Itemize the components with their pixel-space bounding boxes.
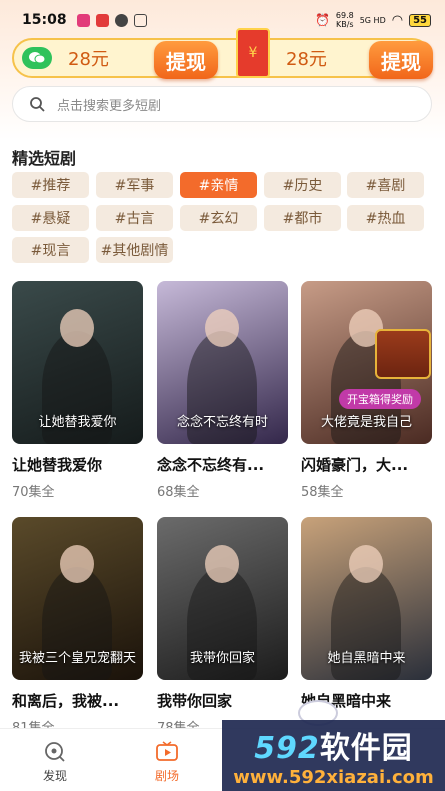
- tag-chip[interactable]: #古言: [96, 205, 173, 231]
- drama-poster[interactable]: 我被三个皇兄宠翻天: [12, 517, 143, 680]
- net-speed-value: 69.8: [335, 11, 354, 20]
- screen-icon: [133, 13, 147, 27]
- drama-title[interactable]: 我带你回家: [157, 690, 288, 711]
- wifi-icon: ◠: [391, 12, 404, 28]
- drama-poster[interactable]: 我带你回家: [157, 517, 288, 680]
- reward-right: ¥ 28元: [236, 28, 327, 78]
- wechat-icon: [22, 47, 52, 69]
- drama-episodes: 70集全: [12, 485, 55, 500]
- poster-face: [205, 309, 239, 347]
- reward-amount-right: 28元: [286, 49, 327, 70]
- app-notification-icon: [95, 13, 109, 27]
- drama-card[interactable]: 念念不忘终有时念念不忘终有... 68集全: [157, 281, 288, 500]
- status-time: 15:08: [22, 12, 67, 28]
- drama-title[interactable]: 和离后，我被...: [12, 690, 143, 711]
- treasure-chest-icon[interactable]: [375, 329, 431, 379]
- app-notification-icon: [76, 13, 90, 27]
- tag-chip[interactable]: #其他剧情: [96, 237, 173, 263]
- tag-chip[interactable]: #喜剧: [347, 172, 424, 198]
- tag-chip[interactable]: #悬疑: [12, 205, 89, 231]
- poster-face: [60, 309, 94, 347]
- watermark-brand: 592软件园: [254, 723, 413, 767]
- status-bar: 15:08 ⏰ 69.8 KB/s 5G HD ◠ 55: [0, 0, 445, 40]
- treasure-badge[interactable]: 开宝箱得奖励: [339, 389, 421, 409]
- drama-card[interactable]: 我带你回家我带你回家78集全: [157, 517, 288, 736]
- tag-chip[interactable]: #亲情: [180, 172, 257, 198]
- tab-theater[interactable]: 剧场: [137, 741, 197, 784]
- section-title: 精选短剧: [12, 149, 77, 168]
- poster-title-text: 我带你回家: [189, 651, 255, 666]
- red-envelope-icon: ¥: [236, 28, 270, 78]
- net-speed: 69.8 KB/s: [336, 11, 354, 29]
- search-icon: [30, 97, 45, 112]
- tab-discover[interactable]: 发现: [25, 741, 85, 784]
- drama-title[interactable]: 让她替我爱你: [12, 454, 143, 475]
- drama-title[interactable]: 念念不忘终有...: [157, 454, 288, 475]
- alarm-icon: ⏰: [314, 13, 330, 27]
- watermark-url: www.592xiazai.com: [233, 767, 434, 788]
- drama-card[interactable]: 开宝箱得奖励大佬竟是我自己闪婚豪门，大... 58集全: [301, 281, 432, 500]
- search-placeholder: 点击搜索更多短剧: [57, 98, 162, 114]
- poster-face: [349, 545, 383, 583]
- signal-icon: 5G HD: [359, 15, 386, 25]
- discover-icon: [45, 742, 65, 762]
- drama-episodes: 68集全: [157, 485, 200, 500]
- poster-face: [205, 545, 239, 583]
- reward-amount-left: 28元: [68, 49, 109, 70]
- chat-bubble-icon: [114, 13, 128, 27]
- poster-title-text: 她自黑暗中来: [327, 651, 406, 666]
- watermark: 592软件园 www.592xiazai.com: [222, 720, 445, 791]
- poster-title-text: 大佬竟是我自己: [320, 415, 412, 430]
- drama-card[interactable]: 让她替我爱你 让她替我爱你 70集全: [12, 281, 143, 500]
- status-app-icons: [76, 13, 147, 27]
- watermark-brand-number: 592: [254, 731, 320, 766]
- poster-face: [60, 545, 94, 583]
- tag-chip[interactable]: #军事: [96, 172, 173, 198]
- tag-chip[interactable]: #热血: [347, 205, 424, 231]
- net-speed-unit: KB/s: [336, 20, 354, 29]
- reward-bar: 28元 提现 ¥ 28元 提现: [12, 28, 433, 79]
- tag-chip[interactable]: #玄幻: [180, 205, 257, 231]
- tab-label: 发现: [42, 769, 67, 783]
- drama-card[interactable]: 她自黑暗中来 她自黑暗中来: [301, 517, 432, 711]
- drama-poster[interactable]: 开宝箱得奖励大佬竟是我自己: [301, 281, 432, 444]
- watermark-brand-text: 软件园: [319, 731, 413, 766]
- tag-chip[interactable]: #推荐: [12, 172, 89, 198]
- withdraw-button[interactable]: 提现: [369, 41, 433, 79]
- reward-left: 28元: [22, 40, 109, 76]
- drama-poster[interactable]: 她自黑暗中来: [301, 517, 432, 680]
- poster-title-text: 让她替我爱你: [38, 415, 117, 430]
- drama-title[interactable]: 闪婚豪门，大...: [301, 454, 432, 475]
- drama-episodes: 58集全: [301, 485, 344, 500]
- tag-chip[interactable]: #历史: [264, 172, 341, 198]
- status-right: ⏰ 69.8 KB/s 5G HD ◠ 55: [315, 11, 431, 29]
- tag-chip[interactable]: #现言: [12, 237, 89, 263]
- drama-card[interactable]: 我被三个皇兄宠翻天和离后，我被...81集全: [12, 517, 143, 736]
- drama-poster[interactable]: 让她替我爱你: [12, 281, 143, 444]
- drama-poster[interactable]: 念念不忘终有时: [157, 281, 288, 444]
- tab-label: 剧场: [154, 769, 179, 783]
- poster-title-text: 念念不忘终有时: [176, 415, 268, 430]
- theater-icon: [156, 741, 178, 761]
- battery-icon: 55: [409, 13, 431, 27]
- search-input[interactable]: 点击搜索更多短剧: [12, 86, 432, 122]
- tag-chip[interactable]: #都市: [264, 205, 341, 231]
- poster-title-text: 我被三个皇兄宠翻天: [18, 651, 136, 666]
- withdraw-button[interactable]: 提现: [154, 41, 218, 79]
